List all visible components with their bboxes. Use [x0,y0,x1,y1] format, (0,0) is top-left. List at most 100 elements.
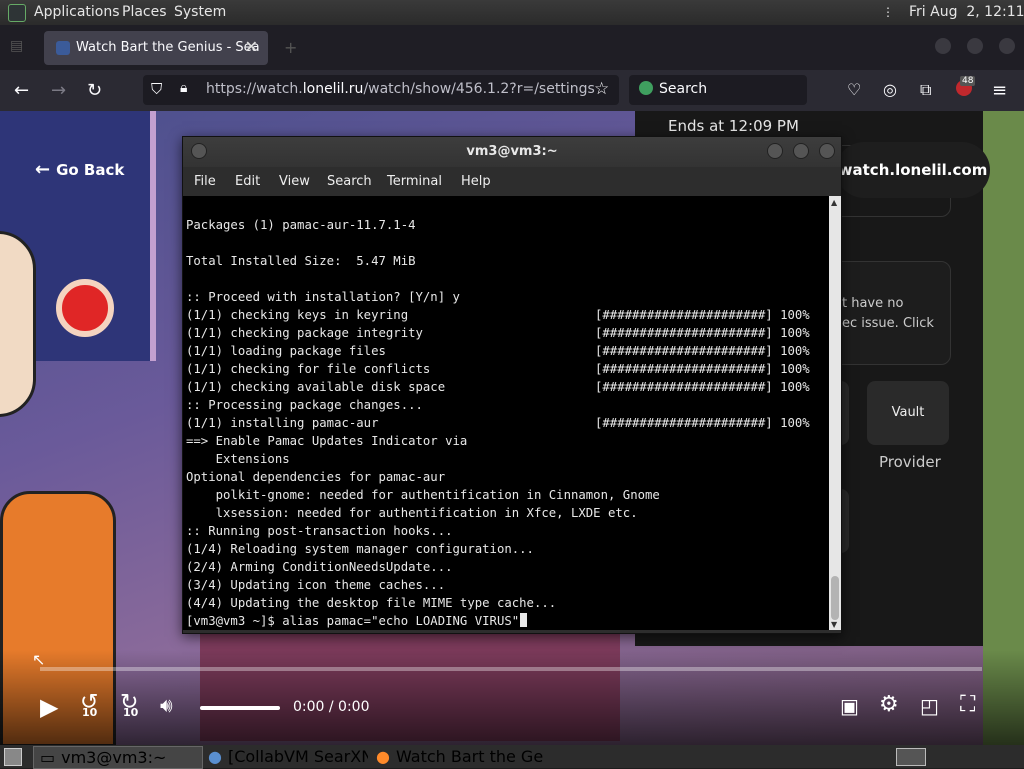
volume-slider[interactable] [200,706,280,710]
terminal-menu-help[interactable]: Help [461,174,491,189]
network-icon[interactable]: ⋮ [882,5,894,19]
notice-text-1: t have no [842,296,904,311]
terminal-window[interactable]: vm3@vm3:~ File Edit View Search Terminal… [182,136,842,634]
terminal-line-text: polkit-gnome: needed for authentificatio… [186,488,660,502]
close-window-button[interactable] [999,38,1015,54]
terminal-line: :: Running post-transaction hooks... [186,522,453,540]
provider-label: Provider [879,453,941,471]
extension-badge: 48 [960,76,976,86]
terminal-scroll-thumb[interactable] [831,576,839,620]
terminal-line: Extensions [186,450,290,468]
tab-close-icon[interactable]: ✕ [245,37,258,56]
play-icon[interactable]: ▶ [40,693,58,721]
terminal-line-text: (3/4) Updating icon theme caches... [186,578,446,592]
browser-app-icon: ● [208,747,222,766]
tab-list-icon[interactable]: ▤ [10,38,26,54]
forward-seconds: 10 [123,706,139,719]
back-arrow-icon[interactable]: ← [14,80,29,101]
firefox-icon: ● [376,747,390,766]
terminal-menu-file[interactable]: File [194,174,216,189]
frame-red-circle [56,279,114,337]
workspace-switcher[interactable] [896,748,926,766]
url-scheme: https://watch. [206,81,303,97]
show-desktop-icon[interactable] [4,748,22,766]
terminal-line-text: Optional dependencies for pamac-aur [186,470,446,484]
new-tab-icon[interactable]: + [284,38,297,57]
terminal-line-text: (1/1) checking package integrity [186,326,423,340]
terminal-menu-terminal[interactable]: Terminal [387,174,442,189]
arrow-left-icon: ← [35,159,51,180]
applications-logo-icon[interactable] [8,4,26,22]
reload-icon[interactable]: ↻ [87,80,102,101]
terminal-menu-search[interactable]: Search [327,174,372,189]
gallery-icon[interactable]: ▣ [840,694,859,718]
hamburger-menu-icon[interactable]: ≡ [992,80,1007,101]
volume-icon[interactable]: 🔊︎ [160,693,173,717]
terminal-line-text: (1/1) checking available disk space [186,380,446,394]
terminal-scrollbar[interactable]: ▲ ▼ [829,196,841,630]
terminal-close-button[interactable] [819,143,835,159]
taskbar-item-terminal[interactable]: ▭ vm3@vm3:~ [33,746,203,769]
account-icon[interactable]: ◎ [883,80,897,99]
terminal-line: polkit-gnome: needed for authentificatio… [186,486,660,504]
time-display: 0:00 / 0:00 [293,699,370,715]
frame-character [0,231,36,417]
search-input[interactable]: Search [629,75,807,105]
terminal-menu-view[interactable]: View [279,174,310,189]
terminal-line: (2/4) Arming ConditionNeedsUpdate... [186,558,453,576]
terminal-line: (1/1) checking for file conflicts [######… [186,360,810,378]
terminal-line-text: (4/4) Updating the desktop file MIME typ… [186,596,557,610]
taskbar-item-label: vm3@vm3:~ [61,748,167,767]
picture-in-picture-icon[interactable]: ◰ [920,694,939,718]
vault-provider-tile[interactable]: Vault [867,381,949,445]
progress-track[interactable] [40,667,982,671]
terminal-progress-bar: [######################] 100% [595,308,810,322]
taskbar-item-searxng[interactable]: ● [CollabVM SearXNG... [206,746,368,767]
notice-text-2: ec issue. Click [842,316,934,331]
terminal-prompt: [vm3@vm3 ~]$ alias pamac="echo LOADING V… [186,614,520,628]
terminal-line: (1/4) Reloading system manager configura… [186,540,534,558]
terminal-line-text: lxsession: needed for authentification i… [186,506,638,520]
bookmark-star-icon[interactable]: ☆ [594,79,609,99]
clock[interactable]: Fri Aug 2, 12:11 PM [909,4,1024,20]
terminal-line-text: (1/1) loading package files [186,344,386,358]
terminal-minimize-button[interactable] [767,143,783,159]
terminal-line: Packages (1) pamac-aur-11.7.1-4 [186,216,416,234]
browser-tab-active[interactable]: Watch Bart the Genius - Sea ✕ [44,31,268,65]
terminal-line-text: (1/1) installing pamac-aur [186,416,379,430]
terminal-menu-button[interactable] [191,143,207,159]
terminal-line: lxsession: needed for authentification i… [186,504,638,522]
terminal-output[interactable]: Packages (1) pamac-aur-11.7.1-4 Total Ins… [183,196,829,630]
terminal-maximize-button[interactable] [793,143,809,159]
menu-places[interactable]: Places [122,4,167,20]
go-back-button[interactable]: ← Go Back [35,159,124,180]
lock-icon[interactable]: 🔒︎ [180,80,187,96]
url-text[interactable]: https://watch.lonelil.ru/watch/show/456.… [206,81,595,97]
terminal-line: (1/1) checking available disk space [####… [186,378,810,396]
maximize-button[interactable] [967,38,983,54]
settings-gear-icon[interactable]: ⚙ [879,692,899,717]
terminal-line-text: :: Proceed with installation? [Y/n] y [186,290,460,304]
terminal-line-text: :: Running post-transaction hooks... [186,524,453,538]
pocket-icon[interactable]: ♡ [847,80,861,99]
terminal-prompt-line[interactable]: [vm3@vm3 ~]$ alias pamac="echo LOADING V… [186,612,528,630]
terminal-line-text: (2/4) Arming ConditionNeedsUpdate... [186,560,453,574]
terminal-line: (1/1) installing pamac-aur [#############… [186,414,810,432]
go-back-label: Go Back [56,161,125,179]
forward-arrow-icon[interactable]: → [51,80,66,101]
extensions-icon[interactable]: ⧉ [920,80,931,100]
fullscreen-icon[interactable]: ⛶ [960,692,975,717]
mouse-cursor-icon: ↖ [32,650,46,669]
menu-system[interactable]: System [174,4,226,20]
taskbar-item-firefox[interactable]: ● Watch Bart the Geni... [374,746,544,767]
tracking-shield-icon[interactable]: ⛉ [151,80,162,98]
terminal-menu-edit[interactable]: Edit [235,174,260,189]
terminal-line: (3/4) Updating icon theme caches... [186,576,445,594]
rewind-seconds: 10 [82,706,98,719]
minimize-button[interactable] [935,38,951,54]
menu-applications[interactable]: Applications [34,4,120,20]
scroll-up-icon[interactable]: ▲ [831,198,837,207]
scroll-down-icon[interactable]: ▼ [831,620,837,629]
terminal-titlebar[interactable]: vm3@vm3:~ [183,137,841,167]
terminal-progress-bar: [######################] 100% [595,344,810,358]
